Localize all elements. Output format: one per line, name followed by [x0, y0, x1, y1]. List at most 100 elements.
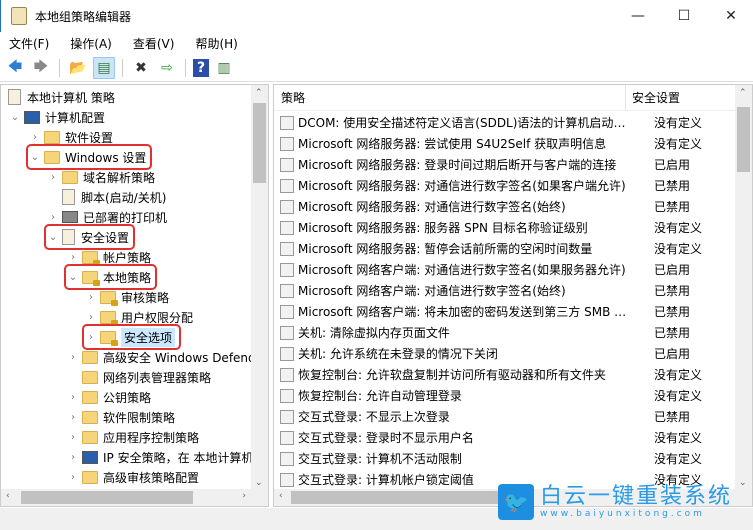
- scroll-up-icon[interactable]: ⌃: [255, 88, 263, 98]
- policy-setting: 已禁用: [654, 326, 691, 340]
- chevron-right-icon[interactable]: ›: [67, 452, 79, 463]
- tree-item-label: 已部署的打印机: [83, 210, 168, 225]
- tree-horizontal-scrollbar[interactable]: ‹ ›: [1, 489, 268, 506]
- tree-vertical-scrollbar[interactable]: ⌃ ⌄: [251, 85, 268, 491]
- scroll-down-icon[interactable]: ⌄: [739, 478, 747, 488]
- chevron-down-icon[interactable]: ⌄: [29, 152, 41, 163]
- maximize-button[interactable]: ☐: [661, 0, 707, 32]
- policy-name: 关机: 清除虚拟内存页面文件: [298, 326, 450, 340]
- chevron-right-icon[interactable]: ›: [85, 332, 97, 343]
- tree-item[interactable]: › 帐户策略: [67, 247, 151, 267]
- policy-name: 交互式登录: 登录时不显示用户名: [298, 431, 474, 445]
- chevron-right-icon[interactable]: ›: [29, 132, 41, 143]
- policy-icon: [280, 451, 294, 466]
- tree-item[interactable]: › 高级安全 Windows Defender: [67, 347, 268, 367]
- policy-icon: [280, 220, 294, 235]
- toolbar: 🡄 🡆 📂 ▤ ✖ ⇨ ? ▥: [0, 55, 753, 82]
- tree-item[interactable]: › 审核策略: [85, 287, 169, 307]
- tree-item-label: 计算机配置: [45, 110, 106, 125]
- policy-row[interactable]: Microsoft 网络服务器: 尝试使用 S4U2Self 获取声明信息 没有定…: [274, 133, 737, 154]
- scroll-up-icon[interactable]: ⌃: [739, 88, 747, 98]
- tree-item-label: 公钥策略: [103, 390, 152, 405]
- export-list-icon[interactable]: ⇨: [156, 57, 178, 79]
- tree-item[interactable]: › 用户权限分配: [85, 307, 193, 327]
- column-header-policy[interactable]: 策略: [274, 85, 626, 110]
- menu-help[interactable]: 帮助(H): [192, 35, 240, 52]
- column-header-setting[interactable]: 安全设置: [626, 89, 680, 106]
- policy-row[interactable]: 恢复控制台: 允许软盘复制并访问所有驱动器和所有文件夹 没有定义: [274, 364, 737, 385]
- policy-list-pane: 策略 安全设置 DCOM: 使用安全描述符定义语言(SDDL)语法的计算机启动限…: [273, 84, 753, 507]
- tree-vscroll-thumb[interactable]: [253, 103, 266, 183]
- back-arrow-icon[interactable]: 🡄: [4, 57, 26, 79]
- policy-row[interactable]: 恢复控制台: 允许自动管理登录 没有定义: [274, 385, 737, 406]
- scroll-right-icon[interactable]: ›: [242, 491, 246, 501]
- tree-item[interactable]: › IP 安全策略，在 本地计算机: [67, 447, 253, 467]
- scroll-left-icon[interactable]: ‹: [6, 491, 10, 501]
- tree-item[interactable]: › 应用程序控制策略: [67, 427, 199, 447]
- chevron-down-icon[interactable]: ⌄: [9, 112, 21, 123]
- list-hscroll-thumb[interactable]: [291, 491, 511, 504]
- toolbar-separator: [59, 59, 60, 77]
- policy-row[interactable]: Microsoft 网络客户端: 对通信进行数字签名(如果服务器允许) 已启用: [274, 259, 737, 280]
- chevron-right-icon[interactable]: ›: [67, 252, 79, 263]
- chevron-right-icon[interactable]: ›: [85, 312, 97, 323]
- policy-row[interactable]: Microsoft 网络服务器: 对通信进行数字签名(如果客户端允许) 已禁用: [274, 175, 737, 196]
- tree-item[interactable]: ⌄ Windows 设置: [25, 144, 153, 170]
- properties-icon[interactable]: ▥: [213, 57, 235, 79]
- policy-row[interactable]: 关机: 清除虚拟内存页面文件 已禁用: [274, 322, 737, 343]
- toolbar-separator: [122, 59, 123, 77]
- policy-row[interactable]: 交互式登录: 登录时不显示用户名 没有定义: [274, 427, 737, 448]
- menu-file[interactable]: 文件(F): [6, 35, 52, 52]
- chevron-right-icon[interactable]: ›: [85, 292, 97, 303]
- policy-row[interactable]: Microsoft 网络客户端: 对通信进行数字签名(始终) 已禁用: [274, 280, 737, 301]
- tree-item[interactable]: › 软件限制策略: [67, 407, 175, 427]
- tree-item[interactable]: › 高级审核策略配置: [67, 467, 199, 487]
- scroll-left-icon[interactable]: ‹: [279, 491, 283, 501]
- chevron-right-icon[interactable]: ›: [67, 472, 79, 483]
- tree-item[interactable]: 脚本(启动/关机): [47, 187, 166, 207]
- tree-item[interactable]: 网络列表管理器策略: [67, 367, 211, 387]
- forward-arrow-icon[interactable]: 🡆: [30, 57, 52, 79]
- chevron-down-icon[interactable]: ⌄: [67, 272, 79, 283]
- list-vertical-scrollbar[interactable]: ⌃ ⌄: [735, 85, 752, 491]
- lockfolder-icon: [100, 310, 118, 326]
- policy-row[interactable]: Microsoft 网络服务器: 暂停会话前所需的空闲时间数量 没有定义: [274, 238, 737, 259]
- tree-item[interactable]: ⌄ 计算机配置: [9, 107, 105, 127]
- scroll-down-icon[interactable]: ⌄: [255, 478, 263, 488]
- chevron-right-icon[interactable]: ›: [67, 352, 79, 363]
- policy-row[interactable]: Microsoft 网络客户端: 将未加密的密码发送到第三方 SMB 服务器 已禁…: [274, 301, 737, 322]
- chevron-down-icon[interactable]: ⌄: [47, 232, 59, 243]
- close-button[interactable]: ✕: [708, 0, 753, 32]
- chevron-right-icon[interactable]: ›: [67, 432, 79, 443]
- policy-row[interactable]: 交互式登录: 计算机不活动限制 没有定义: [274, 448, 737, 469]
- tree-item[interactable]: › 软件设置: [29, 127, 113, 147]
- tree-item[interactable]: › 域名解析策略: [47, 167, 155, 187]
- policy-row[interactable]: DCOM: 使用安全描述符定义语言(SDDL)语法的计算机启动限制 没有定义: [274, 112, 737, 133]
- tree-item[interactable]: › 公钥策略: [67, 387, 151, 407]
- tree-item[interactable]: › 已部署的打印机: [47, 207, 167, 227]
- policy-row[interactable]: 交互式登录: 不显示上次登录 已禁用: [274, 406, 737, 427]
- chevron-right-icon[interactable]: ›: [67, 392, 79, 403]
- tree-item[interactable]: 本地计算机 策略: [5, 87, 115, 107]
- policy-row[interactable]: Microsoft 网络服务器: 对通信进行数字签名(始终) 已禁用: [274, 196, 737, 217]
- tree-item[interactable]: ⌄ 安全设置: [43, 224, 136, 250]
- menu-view[interactable]: 查看(V): [130, 35, 178, 52]
- chevron-right-icon[interactable]: ›: [47, 212, 59, 223]
- policy-row[interactable]: 关机: 允许系统在未登录的情况下关闭 已启用: [274, 343, 737, 364]
- policy-row[interactable]: Microsoft 网络服务器: 服务器 SPN 目标名称验证级别 没有定义: [274, 217, 737, 238]
- chevron-right-icon[interactable]: ›: [47, 172, 59, 183]
- lockdoc-icon: [62, 229, 75, 245]
- up-folder-icon[interactable]: 📂: [67, 57, 89, 79]
- tree-hscroll-thumb[interactable]: [21, 491, 193, 504]
- list-vscroll-thumb[interactable]: [737, 107, 750, 172]
- tree-item[interactable]: › 安全选项: [81, 324, 182, 350]
- help-icon[interactable]: ?: [193, 59, 209, 77]
- menu-action[interactable]: 操作(A): [67, 35, 115, 52]
- minimize-button[interactable]: —: [615, 0, 661, 32]
- delete-icon[interactable]: ✖: [130, 57, 152, 79]
- chevron-right-icon[interactable]: ›: [67, 412, 79, 423]
- show-hide-tree-icon[interactable]: ▤: [93, 57, 115, 79]
- tree-item[interactable]: ⌄ 本地策略: [63, 264, 158, 290]
- policy-row[interactable]: Microsoft 网络服务器: 登录时间过期后断开与客户端的连接 已启用: [274, 154, 737, 175]
- window-title: 本地组策略编辑器: [35, 9, 132, 24]
